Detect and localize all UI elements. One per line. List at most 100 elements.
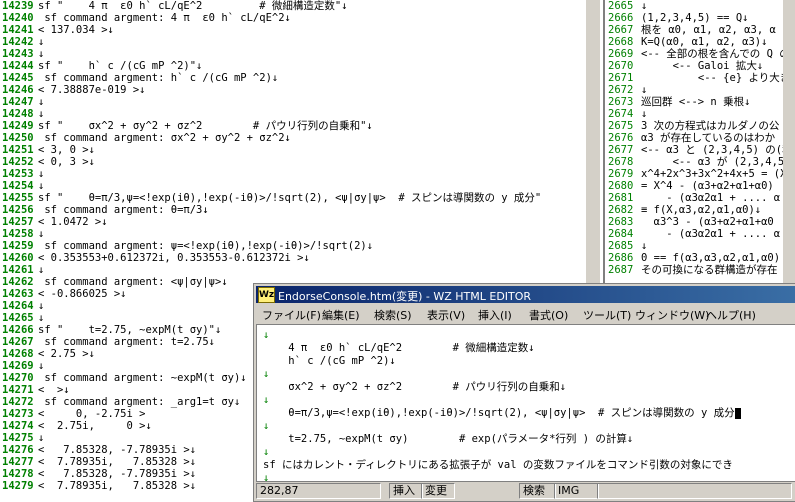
- text-cursor: [734, 407, 741, 419]
- line-number: 2673: [608, 96, 634, 108]
- menu-item[interactable]: ヘルプ(H): [706, 307, 756, 323]
- wz-editor-window[interactable]: Wz EndorseConsole.htm(変更) - WZ HTML EDIT…: [253, 283, 795, 502]
- notes-line: 2666 (1,2,3,4,5) == Q↓: [605, 12, 795, 24]
- menu-item[interactable]: 挿入(I): [478, 307, 512, 323]
- notes-line: 2676 α3 が存在しているのはわか: [605, 132, 795, 144]
- line-number: 14240: [2, 12, 34, 24]
- line-text: sf " t=2.75, ~expM(t σy)"↓: [38, 324, 222, 336]
- notes-line: 2679 x^4+2x^3+3x^2+4x+5 = (X-α: [605, 168, 795, 180]
- console-line: 14258 ↓: [0, 228, 600, 240]
- line-text: ↓: [641, 108, 648, 120]
- line-text: sf command argment: t=2.75↓: [38, 336, 216, 348]
- line-number: 14265: [2, 312, 34, 324]
- line-number: 14264: [2, 300, 34, 312]
- line-number: 2667: [608, 24, 634, 36]
- editor-statusbar: 282,87 挿入 変更 検索 IMG: [256, 482, 795, 499]
- line-text: ≡ f(X,α3,α2,α1,α0)↓: [641, 204, 762, 216]
- line-text: sf command argment: ~expM(t σy)↓: [38, 372, 247, 384]
- line-number: 2683: [608, 216, 634, 228]
- menu-item[interactable]: ウィンドウ(W): [635, 307, 709, 323]
- notes-line: 2687 その可換になる群構造が存在: [605, 264, 795, 276]
- notes-line: 2685 ↓: [605, 240, 795, 252]
- line-text: ↓: [38, 108, 45, 120]
- menu-item[interactable]: 編集(E): [322, 307, 360, 323]
- line-text: ↓: [38, 48, 45, 60]
- editor-line: σx^2 + σy^2 + σz^2 # パウリ行列の自乗和↓: [263, 380, 566, 394]
- line-number: 14270: [2, 372, 34, 384]
- line-text: < 7.85328, -7.78935i >↓: [38, 468, 197, 480]
- line-text: < 137.034 >↓: [38, 24, 114, 36]
- line-text: < 7.78935i, 7.85328 >↓: [38, 480, 197, 492]
- line-text: sf command argment: _arg1=t σy↓: [38, 396, 241, 408]
- line-number: 14253: [2, 168, 34, 180]
- status-empty-cell: [597, 483, 792, 499]
- status-ime[interactable]: IMG: [554, 483, 599, 499]
- line-number: 2675: [608, 120, 634, 132]
- line-number: 2665: [608, 0, 634, 12]
- menu-item[interactable]: ツール(T): [583, 307, 631, 323]
- line-number: 14268: [2, 348, 34, 360]
- editor-title: EndorseConsole.htm(変更) - WZ HTML EDITOR: [278, 290, 532, 303]
- line-number: 14261: [2, 264, 34, 276]
- notes-line: 2667 根を α0, α1, α2, α3, α: [605, 24, 795, 36]
- line-number: 2666: [608, 12, 634, 24]
- line-text: x^4+2x^3+3x^2+4x+5 = (X-α: [641, 168, 795, 180]
- editor-line: ↓: [263, 393, 269, 407]
- line-text: sf command argment: <ψ|σy|ψ>↓: [38, 276, 228, 288]
- editor-text-area[interactable]: ↓ 4 π ε0 h` cL/qE^2 # 微細構造定数↓ h` c /(cG …: [256, 324, 795, 482]
- line-number: 14272: [2, 396, 34, 408]
- line-text: = X^4 - (α3+α2+α1+α0): [641, 180, 774, 192]
- line-number: 2671: [608, 72, 634, 84]
- console-line: 14247 ↓: [0, 96, 600, 108]
- menu-item[interactable]: ファイル(F): [262, 307, 321, 323]
- line-number: 14271: [2, 384, 34, 396]
- line-number: 14248: [2, 108, 34, 120]
- line-text: < 0.353553+0.612372i, 0.353553-0.612372i…: [38, 252, 310, 264]
- line-number: 14239: [2, 0, 34, 12]
- editor-line: h` c /(cG mP ^2)↓: [263, 354, 395, 368]
- notes-line: 2683 α3^3 - (α3+α2+α1+α0: [605, 216, 795, 228]
- line-text: - (α3α2α1 + .... α: [641, 228, 781, 240]
- line-text: < 7.78935i, 7.85328 >↓: [38, 456, 197, 468]
- line-number: 2687: [608, 264, 634, 276]
- editor-line: t=2.75, ~expM(t σy) # exp(パラメータ*行列 ) の計算…: [263, 432, 633, 446]
- console-line: 14253 ↓: [0, 168, 600, 180]
- line-text: sf " θ=π/3,ψ=<!exp(iθ),!exp(-iθ)>/!sqrt(…: [38, 192, 542, 204]
- editor-line: sf にはカレント・ディレクトリにある拡張子が val の変数ファイルをコマンド…: [263, 458, 733, 472]
- editor-line-text: θ=π/3,ψ=<!exp(iθ),!exp(-iθ)>/!sqrt(2), <…: [263, 407, 735, 419]
- status-modified: 変更: [421, 483, 455, 499]
- console-line: 14252 < 0, 3 >↓: [0, 156, 600, 168]
- status-search[interactable]: 検索: [519, 483, 556, 499]
- line-number: 2674: [608, 108, 634, 120]
- editor-line-text: t=2.75, ~expM(t σy) # exp(パラメータ*行列 ) の計算…: [263, 433, 634, 445]
- menu-item[interactable]: 書式(O): [529, 307, 568, 323]
- editor-titlebar[interactable]: Wz EndorseConsole.htm(変更) - WZ HTML EDIT…: [256, 286, 795, 303]
- line-text: ↓: [38, 360, 45, 372]
- line-text: ↓: [641, 0, 648, 12]
- notes-line: 2677 <-- α3 と (2,3,4,5) の(移: [605, 144, 795, 156]
- notes-line: 2670 <-- Galoi 拡大↓: [605, 60, 795, 72]
- line-number: 14262: [2, 276, 34, 288]
- line-number: 14277: [2, 456, 34, 468]
- wz-app-icon[interactable]: Wz: [258, 287, 275, 303]
- console-line: 14261 ↓: [0, 264, 600, 276]
- editor-line-text: 4 π ε0 h` cL/qE^2 # 微細構造定数↓: [263, 342, 535, 354]
- notes-line: 2673 巡回群 <--> n 乗根↓: [605, 96, 795, 108]
- console-line: 14255 sf " θ=π/3,ψ=<!exp(iθ),!exp(-iθ)>/!…: [0, 192, 600, 204]
- notes-line: 2675 3 次の方程式はカルダノの公: [605, 120, 795, 132]
- notes-line: 2681 - (α3α2α1 + .... α: [605, 192, 795, 204]
- line-number: 2668: [608, 36, 634, 48]
- line-number: 2679: [608, 168, 634, 180]
- line-text: < -0.866025 >↓: [38, 288, 127, 300]
- line-text: sf " 4 π ε0 h` cL/qE^2 # 微細構造定数"↓: [38, 0, 348, 12]
- menu-item[interactable]: 表示(V): [427, 307, 465, 323]
- editor-line: ↓: [263, 328, 269, 342]
- line-text: ↓: [641, 240, 648, 252]
- status-insert-mode[interactable]: 挿入: [389, 483, 423, 499]
- menu-item[interactable]: 検索(S): [374, 307, 412, 323]
- notes-line: 2665 ↓: [605, 0, 795, 12]
- line-text: α3 が存在しているのはわか: [641, 132, 776, 144]
- line-number: 14249: [2, 120, 34, 132]
- line-number: 2686: [608, 252, 634, 264]
- line-number: 14255: [2, 192, 34, 204]
